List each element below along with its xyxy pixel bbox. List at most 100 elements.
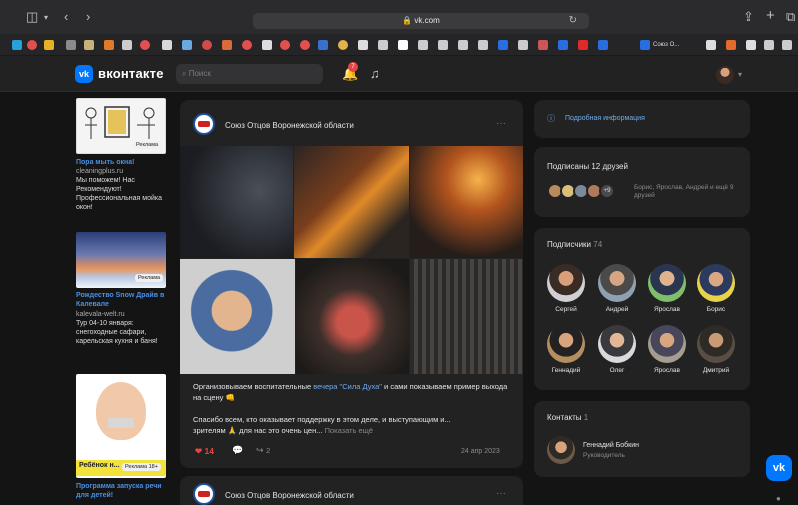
favorite-icon[interactable] bbox=[140, 40, 150, 50]
favorite-tab[interactable]: Союз О... bbox=[640, 39, 679, 51]
favorite-icon[interactable] bbox=[44, 40, 54, 50]
favorite-icon[interactable] bbox=[782, 40, 792, 50]
favorite-icon[interactable] bbox=[726, 40, 736, 50]
favorite-icon[interactable] bbox=[318, 40, 328, 50]
favorite-icon[interactable] bbox=[162, 40, 172, 50]
more-options-icon[interactable]: ··· bbox=[496, 488, 506, 499]
info-link[interactable]: Подробная информация bbox=[565, 115, 645, 122]
favorite-icon[interactable] bbox=[558, 40, 568, 50]
subscriber-name[interactable]: Сергей bbox=[542, 306, 590, 313]
subscriber-name[interactable]: Геннадий bbox=[542, 367, 590, 374]
contact-name[interactable]: Геннадий Бобкин bbox=[583, 442, 639, 449]
comment-icon[interactable]: 💬 bbox=[232, 445, 243, 456]
favorite-icon[interactable] bbox=[27, 40, 37, 50]
subscriber-avatar[interactable] bbox=[547, 264, 585, 302]
favorite-icon[interactable] bbox=[122, 40, 132, 50]
subscriber-avatar[interactable] bbox=[547, 325, 585, 363]
ad-title[interactable]: Рождество Snow Драйв в Калевале bbox=[76, 291, 171, 309]
logo-text[interactable]: вконтакте bbox=[98, 66, 164, 81]
forward-icon[interactable]: › bbox=[86, 10, 90, 24]
search-input[interactable]: ⌕ Поиск bbox=[176, 64, 323, 84]
subscriber-avatar[interactable] bbox=[648, 264, 686, 302]
favorite-icon[interactable] bbox=[418, 40, 428, 50]
subscriber-name[interactable]: Дмитрий bbox=[692, 367, 740, 374]
subscriber-name[interactable]: Ярослав bbox=[643, 306, 691, 313]
post-hashtag-link[interactable]: вечера "Сила Духа" bbox=[313, 382, 382, 391]
favorite-icon[interactable] bbox=[578, 40, 588, 50]
like-button[interactable]: ❤ 14 bbox=[195, 446, 214, 457]
sidebar-toggle-icon[interactable]: ◫ bbox=[26, 10, 38, 24]
chat-icon[interactable]: ● bbox=[776, 494, 781, 503]
favorite-icon[interactable] bbox=[706, 40, 716, 50]
chevron-down-icon[interactable]: ▾ bbox=[738, 70, 742, 79]
post-author[interactable]: Союз Отцов Воронежской области bbox=[225, 491, 354, 500]
favorite-icon[interactable] bbox=[478, 40, 488, 50]
favorite-icon[interactable] bbox=[182, 40, 192, 50]
favorite-icon[interactable] bbox=[202, 40, 212, 50]
post-photo[interactable] bbox=[410, 146, 523, 258]
favorite-icon[interactable] bbox=[518, 40, 528, 50]
ad-title[interactable]: Пора мыть окна! bbox=[76, 158, 171, 167]
favorite-icon[interactable] bbox=[84, 40, 94, 50]
favorite-icon[interactable] bbox=[222, 40, 232, 50]
contacts-heading[interactable]: Контакты 1 bbox=[547, 413, 588, 422]
favorite-icon[interactable] bbox=[338, 40, 348, 50]
post-photo[interactable] bbox=[180, 259, 295, 374]
favorite-icon[interactable] bbox=[498, 40, 508, 50]
ad-domain[interactable]: kalevala-welt.ru bbox=[76, 310, 171, 319]
favorite-icon[interactable] bbox=[538, 40, 548, 50]
post-author[interactable]: Союз Отцов Воронежской области bbox=[225, 121, 354, 130]
favorite-icon[interactable] bbox=[300, 40, 310, 50]
post-photo[interactable] bbox=[410, 259, 523, 374]
ad-image[interactable]: Ребёнок н... Реклама 18+ bbox=[76, 374, 166, 478]
more-options-icon[interactable]: ··· bbox=[496, 118, 506, 129]
contact-avatar[interactable] bbox=[547, 436, 575, 464]
music-icon[interactable]: ♫ bbox=[370, 66, 380, 81]
show-more-link[interactable]: Показать ещё bbox=[325, 426, 373, 435]
favorite-icon[interactable] bbox=[438, 40, 448, 50]
favorite-icon[interactable] bbox=[598, 40, 608, 50]
favorite-icon[interactable] bbox=[280, 40, 290, 50]
subscriber-avatar[interactable] bbox=[598, 264, 636, 302]
favorite-icon[interactable] bbox=[746, 40, 756, 50]
reload-icon[interactable]: ↻ bbox=[569, 13, 577, 29]
subscriber-name[interactable]: Олег bbox=[593, 367, 641, 374]
favorite-icon[interactable] bbox=[66, 40, 76, 50]
vk-messenger-icon[interactable]: vk bbox=[766, 455, 792, 481]
favorite-icon[interactable] bbox=[764, 40, 774, 50]
chevron-down-icon[interactable]: ▾ bbox=[44, 11, 48, 25]
more-friends-badge[interactable]: +9 bbox=[599, 183, 615, 199]
subscriber-avatar[interactable] bbox=[697, 325, 735, 363]
post-photo[interactable] bbox=[296, 259, 409, 374]
favorite-icon[interactable] bbox=[242, 40, 252, 50]
subscriber-name[interactable]: Борис bbox=[692, 306, 740, 313]
favorite-icon[interactable] bbox=[104, 40, 114, 50]
favorite-icon[interactable] bbox=[262, 40, 272, 50]
ad-domain[interactable]: cleaningplus.ru bbox=[76, 167, 171, 176]
ad-title[interactable]: Программа запуска речи для детей! bbox=[76, 482, 171, 500]
vk-logo-icon[interactable]: vk bbox=[75, 65, 93, 83]
favorite-icon[interactable] bbox=[12, 40, 22, 50]
address-bar[interactable]: 🔒 vk.com ↻ bbox=[253, 13, 589, 29]
post-photo[interactable] bbox=[294, 146, 409, 258]
favorite-icon[interactable] bbox=[458, 40, 468, 50]
repost-button[interactable]: ↪ 2 bbox=[256, 445, 270, 456]
share-icon[interactable]: ⇪ bbox=[743, 10, 754, 24]
avatar[interactable] bbox=[716, 66, 734, 84]
new-tab-icon[interactable]: + bbox=[766, 8, 775, 23]
subscriber-avatar[interactable] bbox=[697, 264, 735, 302]
friends-title[interactable]: Подписаны 12 друзей bbox=[547, 162, 628, 171]
tabs-overview-icon[interactable]: ⧉ bbox=[786, 10, 795, 24]
subscriber-name[interactable]: Андрей bbox=[593, 306, 641, 313]
community-avatar[interactable] bbox=[193, 113, 215, 135]
post-date[interactable]: 24 апр 2023 bbox=[461, 448, 500, 455]
subscriber-avatar[interactable] bbox=[648, 325, 686, 363]
subscriber-name[interactable]: Ярослав bbox=[643, 367, 691, 374]
favorite-icon[interactable] bbox=[398, 40, 408, 50]
community-avatar[interactable] bbox=[193, 483, 215, 505]
post-photo[interactable] bbox=[180, 146, 293, 258]
favorite-icon[interactable] bbox=[378, 40, 388, 50]
back-icon[interactable]: ‹ bbox=[64, 10, 68, 24]
subscriber-avatar[interactable] bbox=[598, 325, 636, 363]
favorite-icon[interactable] bbox=[358, 40, 368, 50]
